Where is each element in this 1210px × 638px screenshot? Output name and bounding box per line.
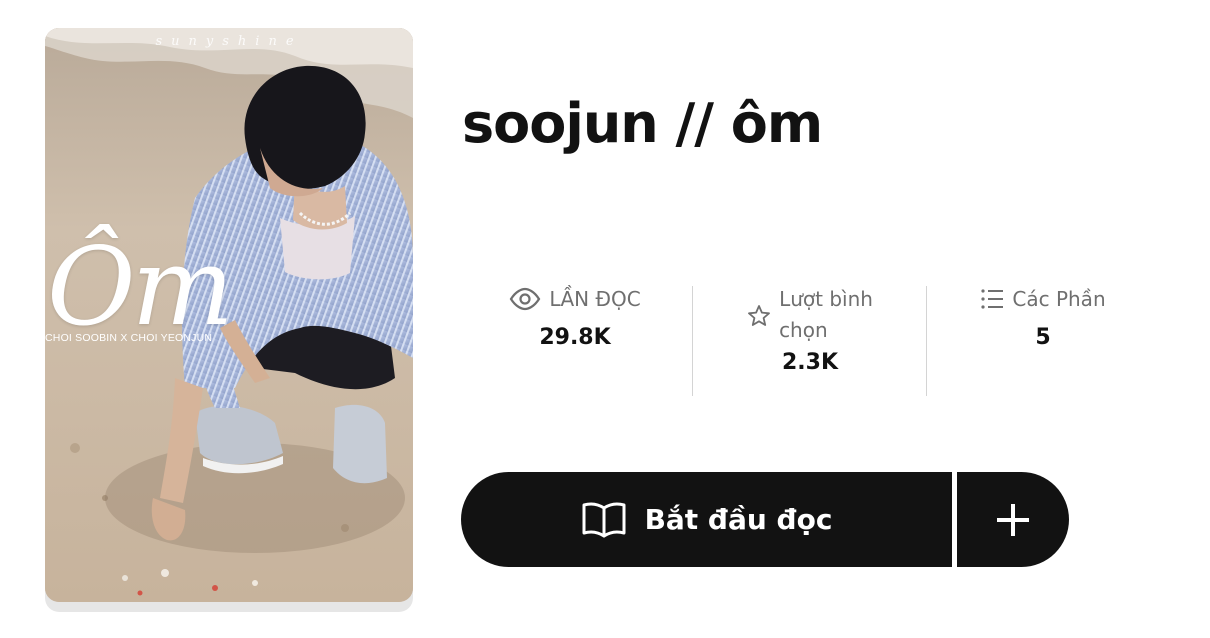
stat-votes-label-line1: Lượt bình (779, 287, 873, 311)
stat-votes-value: 2.3K (781, 350, 839, 375)
cover-image: sunyshine Ôm CHOI SOOBIN X CHOI YEONJUN (45, 28, 413, 602)
stat-reads-value: 29.8K (539, 325, 611, 350)
list-icon (980, 288, 1004, 310)
stat-parts-label-text: Các Phần (1012, 287, 1106, 311)
stat-votes-label-text: Lượt bình chọn (779, 284, 873, 346)
stat-reads-label: LẦN ĐỌC (500, 284, 650, 315)
cover-brand-text: sunyshine (155, 34, 303, 49)
stat-parts-value: 5 (1035, 325, 1051, 350)
stat-votes: Lượt bình chọn 2.3K (720, 284, 900, 375)
eye-icon (509, 287, 541, 311)
add-to-library-button[interactable] (957, 472, 1069, 567)
stat-parts-label: Các Phần (968, 284, 1118, 315)
stat-reads: LẦN ĐỌC 29.8K (500, 284, 650, 350)
story-details-page: sunyshine Ôm CHOI SOOBIN X CHOI YEONJUN … (0, 0, 1210, 638)
star-icon (747, 304, 771, 328)
stat-votes-label: Lượt bình chọn (720, 284, 900, 346)
stat-votes-label-line2: chọn (779, 318, 828, 342)
cover-title-text: Ôm (47, 225, 234, 350)
stat-divider (692, 286, 693, 396)
plus-icon (995, 502, 1031, 538)
stat-parts: Các Phần 5 (968, 284, 1118, 350)
start-reading-label: Bắt đầu đọc (644, 503, 833, 536)
cover-subtitle-text: CHOI SOOBIN X CHOI YEONJUN (45, 332, 213, 344)
story-cover[interactable]: sunyshine Ôm CHOI SOOBIN X CHOI YEONJUN (45, 28, 413, 612)
start-reading-button[interactable]: Bắt đầu đọc (461, 472, 952, 567)
stat-divider (926, 286, 927, 396)
open-book-icon (581, 500, 627, 540)
stat-reads-label-text: LẦN ĐỌC (549, 287, 641, 311)
story-title: soojun // ôm (462, 92, 823, 155)
